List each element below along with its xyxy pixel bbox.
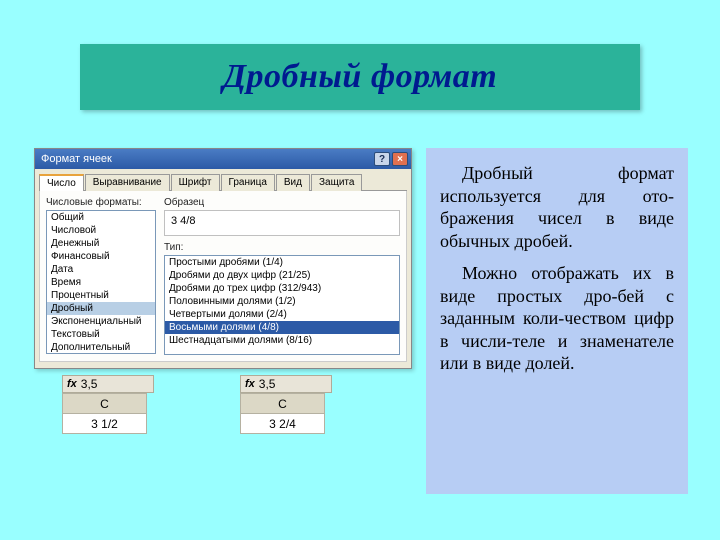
type-item-selected[interactable]: Восьмыми долями (4/8) [165,321,399,334]
detail-column: Образец 3 4/8 Тип: Простыми дробями (1/4… [164,197,400,355]
type-list[interactable]: Простыми дробями (1/4) Дробями до двух ц… [164,255,400,355]
example-2: fx 3,5 C 3 2/4 [240,375,332,434]
mini-grid: C 3 1/2 [62,393,147,434]
category-list[interactable]: Общий Числовой Денежный Финансовый Дата … [46,210,156,354]
category-item[interactable]: Общий [47,211,155,224]
category-item[interactable]: Дата [47,263,155,276]
slide-title: Дробный формат [223,58,497,96]
type-item[interactable]: Четвертыми долями (2/4) [165,308,399,321]
description-p2: Можно отображать их в виде простых дро-б… [440,262,674,375]
type-label: Тип: [164,242,400,253]
slide-title-band: Дробный формат [80,44,640,110]
type-item[interactable]: Половинными долями (1/2) [165,295,399,308]
close-button[interactable]: × [392,152,408,166]
col-header: C [63,394,147,414]
category-item[interactable]: Экспоненциальный [47,315,155,328]
sample-label: Образец [164,197,400,208]
tab-alignment[interactable]: Выравнивание [85,174,170,191]
category-item[interactable]: Финансовый [47,250,155,263]
mini-grid: C 3 2/4 [240,393,325,434]
example-1: fx 3,5 C 3 1/2 [62,375,154,434]
tab-view[interactable]: Вид [276,174,310,191]
dialog-titlebar: Формат ячеек ? × [35,149,411,169]
tab-number[interactable]: Число [39,174,84,191]
format-cells-dialog: Формат ячеек ? × Число Выравнивание Шриф… [34,148,412,369]
tab-border[interactable]: Граница [221,174,275,191]
type-item[interactable]: Дробями до трех цифр (312/943) [165,282,399,295]
dialog-body: Числовые форматы: Общий Числовой Денежны… [39,191,407,362]
category-item-selected[interactable]: Дробный [47,302,155,315]
dialog-caption: Формат ячеек [41,153,372,165]
sample-box: 3 4/8 [164,210,400,236]
category-item[interactable]: Процентный [47,289,155,302]
fx-icon: fx [245,378,255,390]
tab-protection[interactable]: Защита [311,174,362,191]
cell-value: 3 1/2 [63,414,147,434]
cell-value: 3 2/4 [241,414,325,434]
dialog-tabs: Число Выравнивание Шрифт Граница Вид Защ… [39,173,407,191]
category-item[interactable]: Числовой [47,224,155,237]
help-button[interactable]: ? [374,152,390,166]
formula-value: 3,5 [259,377,276,391]
category-label: Числовые форматы: [46,197,156,208]
formula-bar: fx 3,5 [62,375,154,393]
category-column: Числовые форматы: Общий Числовой Денежны… [46,197,156,355]
formula-bar: fx 3,5 [240,375,332,393]
category-item[interactable]: Денежный [47,237,155,250]
col-header: C [241,394,325,414]
category-item[interactable]: Текстовый [47,328,155,341]
tab-font[interactable]: Шрифт [171,174,220,191]
type-item[interactable]: Дробями до двух цифр (21/25) [165,269,399,282]
formula-value: 3,5 [81,377,98,391]
description-panel: Дробный формат используется для ото-браж… [426,148,688,494]
type-item[interactable]: Простыми дробями (1/4) [165,256,399,269]
examples-row: fx 3,5 C 3 1/2 fx 3,5 C 3 2/4 [62,375,332,434]
left-column: Формат ячеек ? × Число Выравнивание Шриф… [34,148,412,369]
fx-icon: fx [67,378,77,390]
description-p1: Дробный формат используется для ото-браж… [440,162,674,252]
category-item[interactable]: Дополнительный [47,341,155,354]
category-item[interactable]: Время [47,276,155,289]
type-item[interactable]: Шестнадцатыми долями (8/16) [165,334,399,347]
